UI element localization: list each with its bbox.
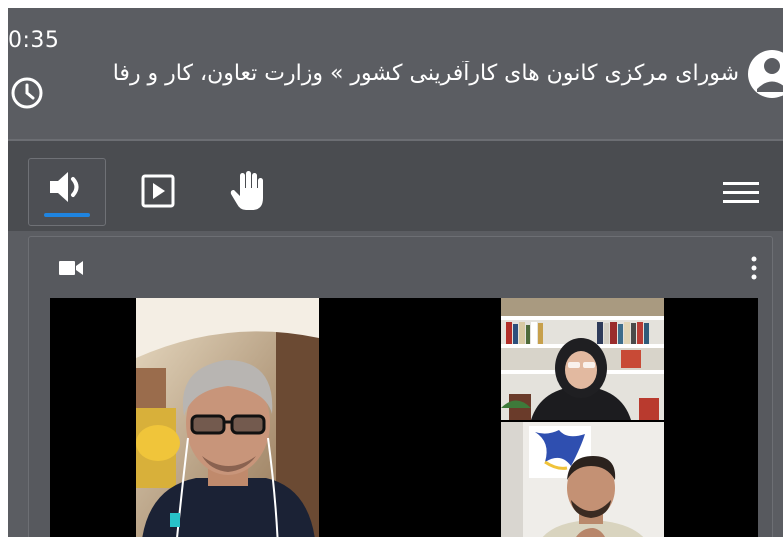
video-grid xyxy=(50,298,758,537)
participant-video-bottom-right[interactable] xyxy=(501,422,664,537)
app-frame: 0:35 شورای مرکزی کانون های کارآفرینی کشو… xyxy=(8,8,783,537)
user-avatar-icon[interactable] xyxy=(747,44,783,104)
play-icon xyxy=(141,174,175,208)
menu-button[interactable] xyxy=(721,176,761,210)
raise-hand-icon xyxy=(230,171,263,210)
video-camera-icon[interactable] xyxy=(59,259,83,277)
audio-button[interactable] xyxy=(28,158,106,226)
meeting-timer: 0:35 xyxy=(8,28,60,53)
speaker-icon xyxy=(50,172,79,202)
meeting-header: 0:35 شورای مرکزی کانون های کارآفرینی کشو… xyxy=(8,8,783,138)
meeting-title: شورای مرکزی کانون های کارآفرینی کشور » و… xyxy=(112,61,739,86)
session-toolbar xyxy=(8,141,783,231)
raise-hand-button[interactable] xyxy=(226,169,270,213)
video-panel xyxy=(28,236,773,537)
play-button[interactable] xyxy=(138,171,178,211)
more-vertical-icon[interactable] xyxy=(750,255,758,281)
active-tab-indicator xyxy=(44,213,90,217)
participant-video-main[interactable] xyxy=(136,298,319,537)
clock-icon xyxy=(11,77,43,109)
participant-video-top-right[interactable] xyxy=(501,298,664,420)
hamburger-menu-icon xyxy=(723,182,759,203)
